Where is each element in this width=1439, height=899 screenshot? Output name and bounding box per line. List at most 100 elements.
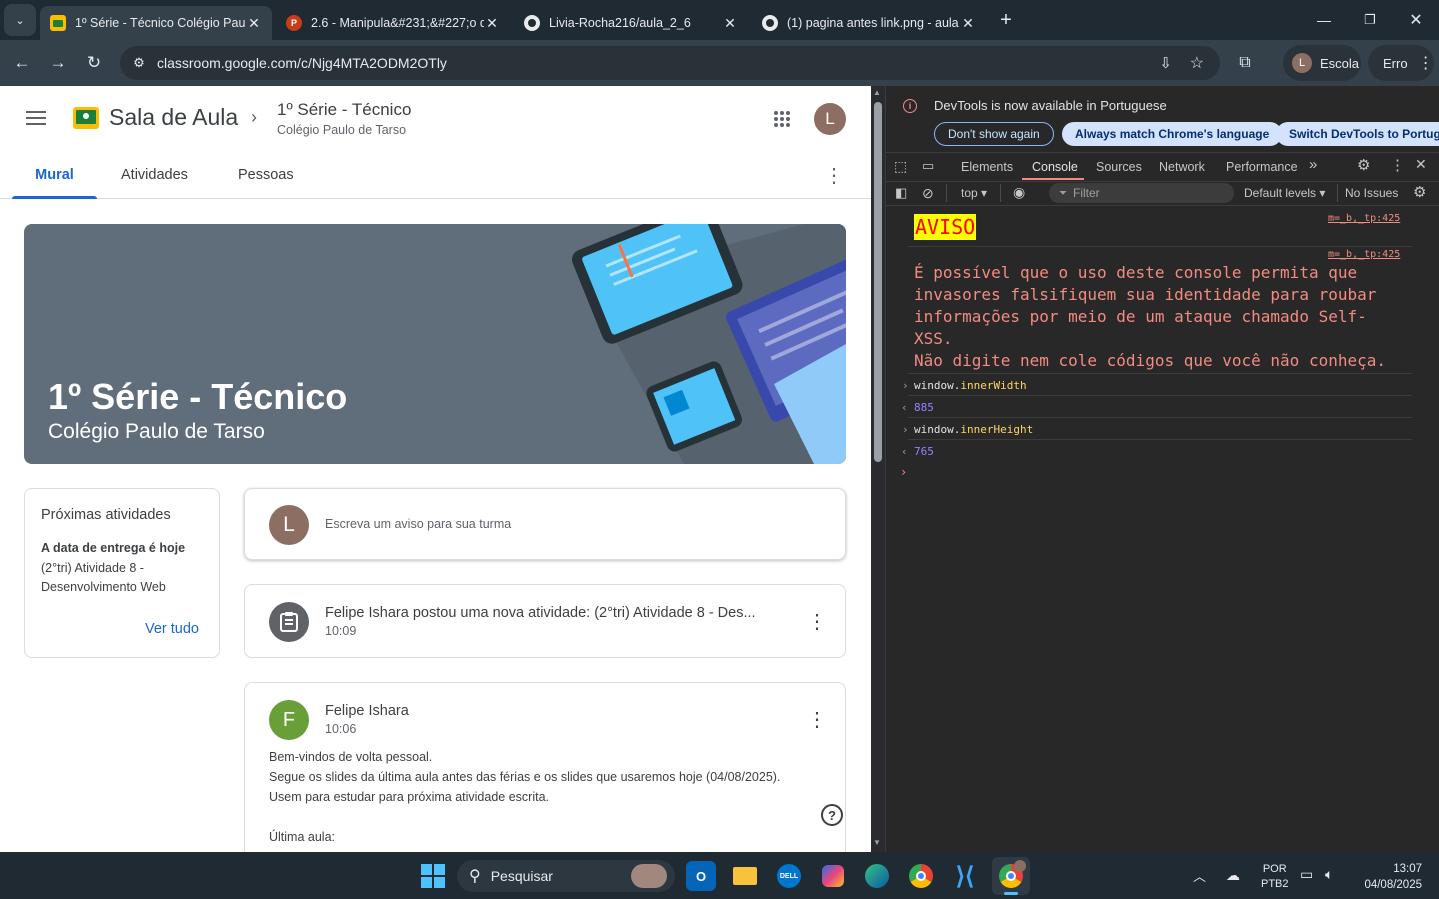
close-tab-icon[interactable]: ✕: [960, 15, 976, 32]
scroll-down-icon[interactable]: ▼: [873, 838, 881, 847]
volume-icon[interactable]: 🔈︎: [1325, 866, 1333, 883]
clear-console-icon[interactable]: ⊘: [922, 185, 934, 202]
tab-github-repo[interactable]: Livia-Rocha216/aula_2_6 ✕: [514, 6, 748, 40]
search-icon: ⚲: [469, 868, 481, 885]
url-text[interactable]: classroom.google.com/c/Njg4MTA2ODM2OTly: [157, 55, 447, 71]
edge-icon[interactable]: [862, 861, 892, 891]
more-vert-icon[interactable]: ⋮: [807, 609, 827, 634]
more-vert-icon[interactable]: ⋮: [807, 707, 827, 732]
close-devtools-icon[interactable]: ✕: [1415, 156, 1427, 173]
minimize-icon[interactable]: —: [1301, 0, 1347, 40]
tab-elements[interactable]: Elements: [961, 160, 1013, 174]
eye-icon[interactable]: ◉: [1013, 184, 1025, 201]
address-bar[interactable]: ⚙ classroom.google.com/c/Njg4MTA2ODM2OTl…: [120, 46, 1220, 80]
close-tab-icon[interactable]: ✕: [484, 15, 500, 32]
assignment-post[interactable]: Felipe Ishara postou uma nova atividade:…: [244, 584, 846, 658]
upcoming-item[interactable]: (2°tri) Atividade 8 - Desenvolvimento We…: [41, 559, 201, 597]
tab-powerpoint[interactable]: P 2.6 - Manipula&#231;&#227;o d ✕: [276, 6, 510, 40]
tab-sources[interactable]: Sources: [1096, 160, 1142, 174]
browser-toolbar: ← → ↻ ⚙ classroom.google.com/c/Njg4MTA2O…: [0, 40, 1439, 86]
inspect-element-icon[interactable]: ⬚: [894, 158, 907, 175]
levels-label: Default levels: [1244, 186, 1317, 200]
close-tab-icon[interactable]: ✕: [246, 15, 262, 32]
tray-chevron-icon[interactable]: ︿: [1193, 866, 1206, 885]
tab-classroom[interactable]: 1º Série - Técnico Colégio Paulo ✕: [40, 6, 272, 40]
console-prompt-input[interactable]: ›: [900, 465, 907, 479]
vscode-icon[interactable]: ⟩⟨: [950, 861, 980, 891]
extensions-icon[interactable]: ⧉: [1229, 47, 1261, 79]
user-avatar[interactable]: L: [814, 103, 846, 135]
tab-github-image[interactable]: (1) pagina antes link.png - aula ✕: [752, 6, 986, 40]
chrome-icon[interactable]: [906, 861, 936, 891]
dont-show-again-button[interactable]: Don't show again: [934, 122, 1054, 146]
apps-grid-icon[interactable]: [773, 110, 791, 128]
context-select[interactable]: top ▾: [961, 186, 987, 200]
post-time: 10:06: [325, 722, 357, 736]
page-scrollbar[interactable]: ▲ ▼: [871, 86, 885, 852]
tab-console[interactable]: Console: [1032, 160, 1078, 174]
chrome-active-icon[interactable]: [992, 857, 1030, 895]
match-language-button[interactable]: Always match Chrome's language: [1062, 122, 1283, 146]
announce-card[interactable]: L Escreva um aviso para sua turma: [244, 488, 846, 560]
cloud-offline-icon[interactable]: ☁: [1226, 867, 1240, 884]
tab-search-button[interactable]: ⌄: [4, 4, 36, 36]
close-tab-icon[interactable]: ✕: [722, 15, 738, 32]
restore-icon[interactable]: ❐: [1347, 0, 1393, 40]
scroll-up-icon[interactable]: ▲: [873, 88, 881, 97]
reload-icon[interactable]: ↻: [78, 47, 110, 79]
switch-language-button[interactable]: Switch DevTools to Portugu: [1276, 122, 1439, 146]
warning-line: invasores falsifiquem sua identidade par…: [914, 285, 1377, 304]
tab-pessoas[interactable]: Pessoas: [238, 151, 294, 199]
dell-icon[interactable]: DELL: [774, 861, 804, 891]
site-settings-icon[interactable]: ⚙: [124, 55, 154, 71]
powerpoint-icon: P: [286, 15, 302, 31]
device-toolbar-icon[interactable]: ▭: [922, 158, 934, 174]
warning-line: É possível que o uso deste console permi…: [914, 263, 1358, 282]
profile-button[interactable]: L Escola: [1283, 45, 1361, 81]
result-arrow-icon: ‹: [901, 401, 908, 414]
warning-line: XSS.: [914, 329, 953, 348]
console-filter-input[interactable]: ⏷ Filter: [1049, 183, 1234, 203]
tab-mural[interactable]: Mural: [12, 151, 97, 199]
network-icon[interactable]: ▭: [1300, 866, 1313, 883]
error-menu-button[interactable]: Erro ⋮: [1368, 45, 1434, 81]
announcement-post: F Felipe Ishara 10:06 ⋮ Bem-vindos de vo…: [244, 682, 846, 852]
app-name[interactable]: Sala de Aula: [109, 104, 238, 131]
back-arrow-icon[interactable]: ←: [6, 47, 38, 79]
source-link[interactable]: m=_b,_tp:425: [1328, 213, 1400, 224]
close-window-icon[interactable]: ✕: [1393, 0, 1439, 40]
more-vert-icon[interactable]: ⋮: [824, 163, 844, 187]
scrollbar-thumb[interactable]: [874, 102, 882, 462]
more-tabs-icon[interactable]: »: [1309, 156, 1317, 173]
more-vert-icon[interactable]: ⋮: [1390, 156, 1405, 174]
tab-network[interactable]: Network: [1159, 160, 1205, 174]
view-all-link[interactable]: Ver tudo: [145, 621, 199, 637]
hamburger-menu-icon[interactable]: [24, 106, 48, 130]
language-indicator[interactable]: POR PTB2: [1261, 862, 1289, 892]
forward-arrow-icon[interactable]: →: [42, 47, 74, 79]
copilot-icon[interactable]: [818, 861, 848, 891]
install-app-icon[interactable]: ⇩: [1159, 54, 1172, 72]
classroom-logo-icon[interactable]: [73, 107, 99, 129]
announce-placeholder[interactable]: Escreva um aviso para sua turma: [325, 517, 511, 531]
expr-object: window.: [914, 379, 961, 392]
post-author: Felipe Ishara: [325, 703, 409, 719]
tab-atividades[interactable]: Atividades: [121, 151, 188, 199]
clock[interactable]: 13:07 04/08/2025: [1350, 861, 1422, 893]
new-tab-button[interactable]: +: [990, 4, 1022, 36]
file-explorer-icon[interactable]: [730, 861, 760, 891]
post-text[interactable]: Felipe Ishara postou uma nova atividade:…: [325, 605, 756, 621]
settings-gear-icon[interactable]: ⚙: [1357, 156, 1370, 174]
bookmark-star-icon[interactable]: ☆: [1190, 53, 1204, 73]
console-settings-icon[interactable]: ⚙: [1413, 183, 1426, 201]
log-levels-select[interactable]: Default levels ▾: [1244, 186, 1325, 200]
sidebar-toggle-icon[interactable]: ◧: [895, 185, 907, 201]
class-title[interactable]: 1º Série - Técnico: [277, 100, 411, 120]
tab-performance[interactable]: Performance: [1226, 160, 1298, 174]
taskbar-search[interactable]: ⚲ Pesquisar: [457, 860, 675, 892]
source-link[interactable]: m=_b,_tp:425: [1328, 249, 1400, 260]
outlook-icon[interactable]: O: [686, 861, 716, 891]
issues-counter[interactable]: No Issues: [1345, 186, 1398, 200]
help-icon[interactable]: ?: [821, 804, 843, 826]
windows-start-icon[interactable]: [418, 861, 448, 891]
